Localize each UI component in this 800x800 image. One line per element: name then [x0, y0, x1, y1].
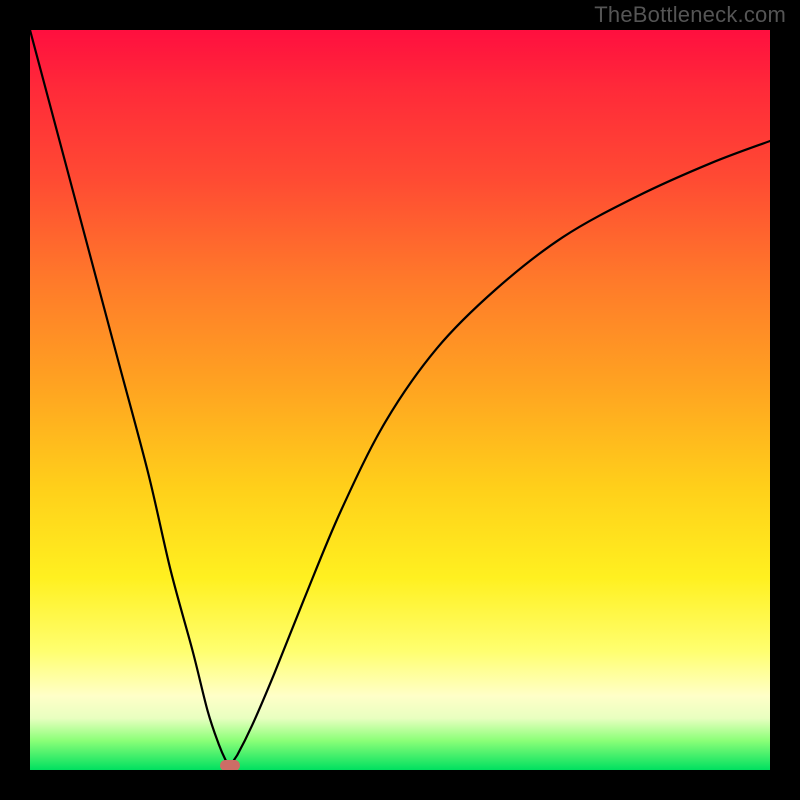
- bottleneck-curve: [30, 30, 770, 770]
- plot-area: [30, 30, 770, 770]
- chart-frame: TheBottleneck.com: [0, 0, 800, 800]
- curve-path: [30, 30, 770, 766]
- watermark-text: TheBottleneck.com: [594, 2, 786, 28]
- minimum-marker: [220, 760, 240, 770]
